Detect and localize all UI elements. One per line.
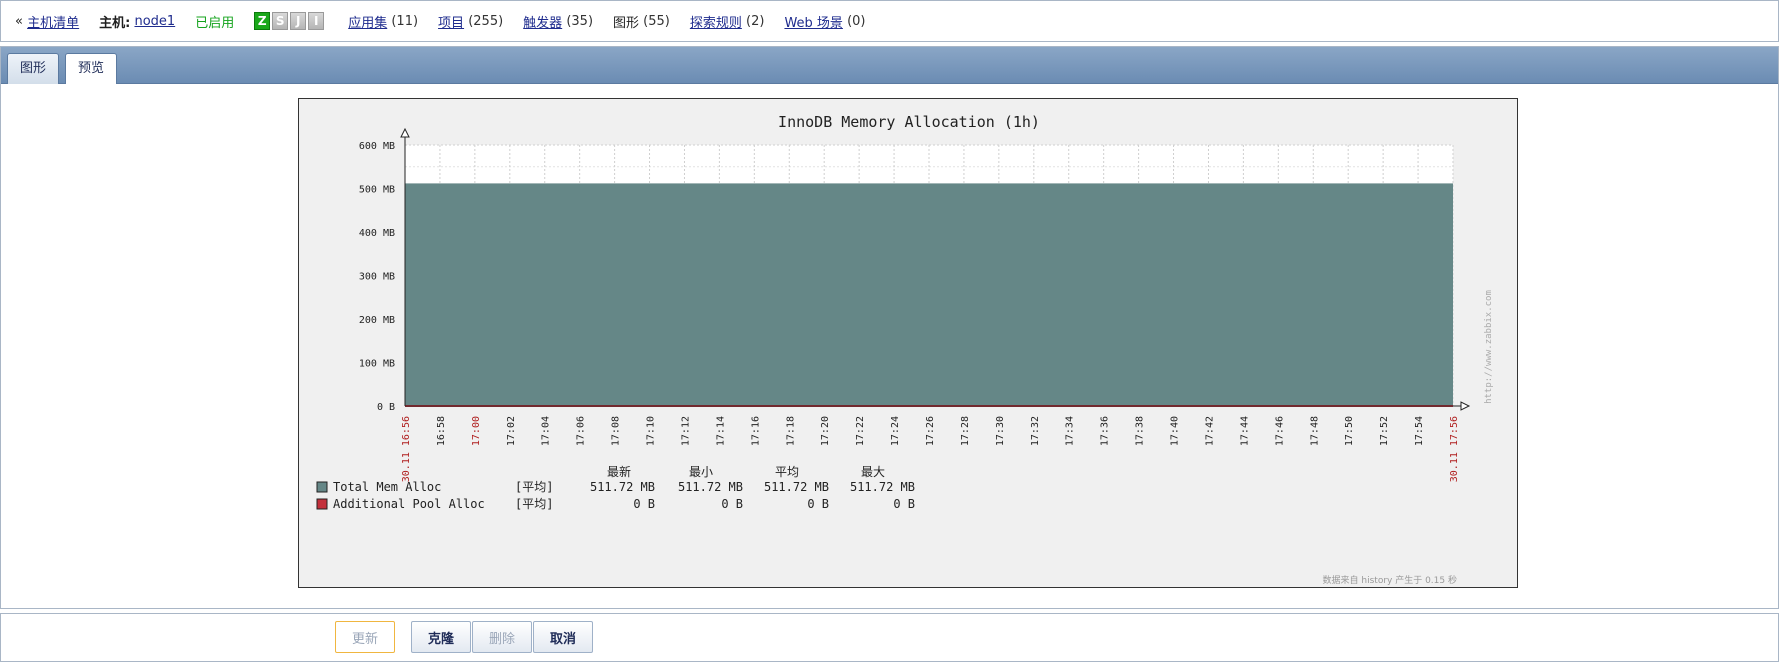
items-count: (255) bbox=[468, 13, 504, 29]
x-tick-label: 17:08 bbox=[611, 416, 622, 446]
chart-area-layer bbox=[405, 183, 1453, 407]
y-axis-ticks: 0 B 100 MB 200 MB 300 MB 400 MB 500 MB 600 MB bbox=[359, 141, 395, 413]
x-tick-label: 17:20 bbox=[820, 416, 831, 446]
graph-preview: InnoDB Memory Allocation (1h) 0 B 100 MB 2… bbox=[298, 98, 1518, 588]
web-scenarios-link[interactable]: Web 场景 bbox=[784, 12, 842, 31]
x-tick-label: 17:50 bbox=[1344, 416, 1355, 446]
legend-series-func: [平均] bbox=[515, 480, 553, 494]
x-tick-label: 17:12 bbox=[680, 416, 691, 446]
y-tick-label: 600 MB bbox=[359, 141, 395, 152]
discovery-rules-link[interactable]: 探索规则 bbox=[690, 12, 742, 31]
legend-swatch bbox=[316, 481, 328, 493]
legend-series-value: 0 B bbox=[721, 497, 743, 511]
y-tick-label: 300 MB bbox=[359, 272, 395, 283]
x-tick-label: 17:04 bbox=[541, 416, 552, 446]
triggers-link[interactable]: 触发器 bbox=[523, 12, 562, 31]
form-actions: 更新 克隆 删除 取消 bbox=[0, 613, 1779, 662]
legend-series-value: 511.72 MB bbox=[590, 480, 655, 494]
clone-button[interactable]: 克隆 bbox=[411, 621, 472, 653]
graphs-count: (55) bbox=[643, 13, 670, 29]
chart-footer: 数据来自 history 产生于 0.15 秒 bbox=[1323, 574, 1457, 586]
y-tick-label: 400 MB bbox=[359, 228, 395, 239]
x-tick-label: 17:30 bbox=[995, 416, 1006, 446]
x-tick-label: 17:24 bbox=[890, 416, 901, 446]
x-tick-label: 17:18 bbox=[785, 416, 796, 446]
host-name-link[interactable]: node1 bbox=[134, 14, 175, 29]
x-tick-label: 17:32 bbox=[1030, 416, 1041, 446]
legend-column-header: 平均 bbox=[775, 465, 799, 479]
legend-series-value: 0 B bbox=[893, 497, 915, 511]
legend-series-value: 511.72 MB bbox=[678, 480, 743, 494]
legend-column-header: 最小 bbox=[689, 465, 713, 479]
x-tick-label: 17:22 bbox=[855, 416, 866, 446]
legend-column-header: 最大 bbox=[861, 465, 885, 479]
zabbix-availability-icon: Z bbox=[254, 12, 271, 30]
y-tick-label: 0 B bbox=[377, 402, 395, 413]
host-nav-bar: « 主机清单 主机: node1 已启用 Z S J I 应用集 (11) 项目… bbox=[0, 0, 1779, 42]
host-list-link[interactable]: 主机清单 bbox=[27, 12, 79, 31]
jmx-availability-icon: J bbox=[290, 12, 307, 30]
x-tick-label: 16:58 bbox=[436, 416, 447, 446]
y-tick-label: 200 MB bbox=[359, 315, 395, 326]
web-count: (0) bbox=[847, 13, 866, 29]
legend-series-func: [平均] bbox=[515, 497, 553, 511]
x-tick-label: 17:48 bbox=[1309, 416, 1320, 446]
ipmi-availability-icon: I bbox=[308, 12, 325, 30]
tab-graph[interactable]: 图形 bbox=[7, 53, 60, 84]
legend-series-value: 511.72 MB bbox=[850, 480, 915, 494]
x-tick-label: 17:52 bbox=[1379, 416, 1390, 446]
triggers-count: (35) bbox=[566, 13, 594, 29]
y-axis-arrow bbox=[400, 127, 410, 138]
back-prefix: « bbox=[15, 13, 23, 29]
x-tick-label: 17:10 bbox=[646, 416, 657, 446]
availability-icons: Z S J I bbox=[254, 12, 325, 30]
series-area-total-mem-alloc bbox=[405, 183, 1453, 406]
legend-series-name: Total Mem Alloc bbox=[333, 480, 441, 494]
tab-preview[interactable]: 预览 bbox=[65, 53, 118, 84]
x-tick-label: 17:36 bbox=[1100, 416, 1111, 446]
x-tick-label: 17:06 bbox=[576, 416, 587, 446]
update-button[interactable]: 更新 bbox=[335, 621, 396, 653]
items-link[interactable]: 项目 bbox=[438, 12, 464, 31]
applications-link[interactable]: 应用集 bbox=[348, 12, 387, 31]
applications-count: (11) bbox=[391, 13, 419, 29]
legend-swatch bbox=[316, 498, 328, 510]
x-axis-arrow bbox=[1460, 401, 1471, 411]
x-tick-label: 17:40 bbox=[1170, 416, 1181, 446]
legend-column-header: 最新 bbox=[607, 464, 631, 479]
discovery-count: (2) bbox=[746, 13, 765, 29]
tab-strip: 图形 预览 bbox=[1, 47, 1778, 84]
x-tick-label: 17:28 bbox=[960, 416, 971, 446]
x-tick-label: 17:14 bbox=[715, 416, 726, 446]
x-tick-label: 17:44 bbox=[1239, 416, 1250, 446]
x-tick-label: 17:38 bbox=[1135, 416, 1146, 446]
x-tick-label: 30.11 17:56 bbox=[1449, 416, 1460, 482]
legend-series-value: 0 B bbox=[807, 497, 829, 511]
x-tick-label: 17:00 bbox=[471, 416, 482, 446]
x-tick-label: 17:34 bbox=[1065, 416, 1076, 446]
graph-canvas: InnoDB Memory Allocation (1h) 0 B 100 MB 2… bbox=[316, 113, 1494, 586]
host-status: 已启用 bbox=[195, 15, 235, 31]
x-tick-label: 17:46 bbox=[1274, 416, 1285, 446]
graph-form-panel: 图形 预览 InnoDB Memory Allocation (1h) 0 B 1… bbox=[0, 46, 1779, 609]
host-label: 主机: bbox=[99, 15, 131, 31]
y-tick-label: 500 MB bbox=[359, 185, 395, 196]
x-tick-label: 17:26 bbox=[925, 416, 936, 446]
legend-series-value: 511.72 MB bbox=[764, 480, 829, 494]
x-tick-label: 17:42 bbox=[1204, 416, 1215, 446]
snmp-availability-icon: S bbox=[272, 12, 289, 30]
x-tick-label: 30.11 16:56 bbox=[401, 416, 412, 482]
zabbix-watermark: http://www.zabbix.com bbox=[1484, 290, 1494, 404]
delete-button[interactable]: 删除 bbox=[472, 621, 533, 653]
legend-series-name: Additional Pool Alloc bbox=[333, 497, 485, 511]
x-tick-label: 17:02 bbox=[506, 416, 517, 446]
legend-series-value: 0 B bbox=[633, 497, 655, 511]
y-tick-label: 100 MB bbox=[359, 359, 395, 370]
graphs-label: 图形 bbox=[613, 15, 640, 31]
x-axis-ticks: 30.11 16:56 16:58 17:00 17:02 17:04 17:06 17:0… bbox=[401, 416, 1460, 482]
x-tick-label: 17:16 bbox=[750, 416, 761, 446]
cancel-button[interactable]: 取消 bbox=[533, 621, 594, 653]
chart-title: InnoDB Memory Allocation (1h) bbox=[778, 113, 1040, 131]
x-tick-label: 17:54 bbox=[1414, 416, 1425, 446]
